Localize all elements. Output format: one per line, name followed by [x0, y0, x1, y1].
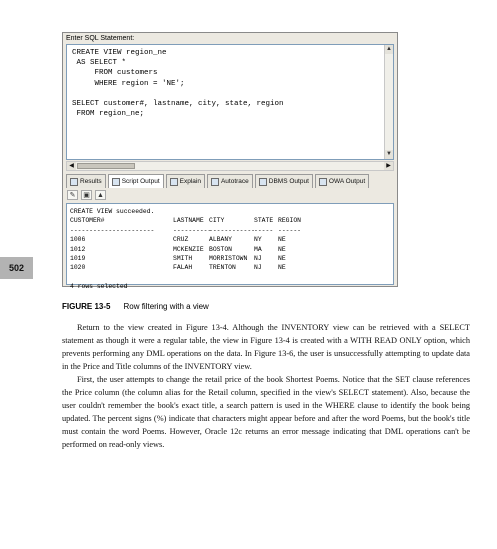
editor-line: FROM region_ne; [72, 110, 145, 119]
sql-editor-text[interactable]: CREATE VIEW region_ne AS SELECT * FROM c… [72, 48, 284, 119]
tab-label: Script Output [121, 178, 160, 185]
save-disk-icon[interactable]: ▣ [81, 190, 92, 200]
figure-label: FIGURE 13-5 [62, 302, 111, 311]
paragraph: First, the user attempts to change the r… [62, 375, 470, 449]
output-status: CREATE VIEW succeeded. [70, 208, 155, 215]
tab-label: Explain [179, 178, 201, 185]
cell: SMITH [173, 254, 193, 262]
cell: FALAH [173, 264, 193, 272]
cell: 1019 [70, 254, 86, 262]
body-text: Return to the view created in Figure 13-… [62, 321, 470, 451]
output-header-row: CUSTOMER# LASTNAME CITY STATE REGION [70, 216, 318, 225]
cell: NJ [254, 254, 262, 262]
output-blank-line [70, 273, 318, 282]
script-output-panel: CREATE VIEW succeeded. CUSTOMER# LASTNAM… [66, 203, 394, 290]
tab-label: DBMS Output [268, 178, 309, 185]
output-footer: 4 rows selected [70, 283, 128, 291]
dash-cell: ----- [254, 226, 274, 234]
output-dash-row: ---------------------- ---------- ------… [70, 226, 318, 235]
tab-dbms-output[interactable]: DBMS Output [254, 174, 313, 188]
header-city: CITY [209, 217, 225, 225]
cell: NY [254, 236, 262, 244]
editor-line: SELECT customer#, lastname, city, state,… [72, 100, 284, 109]
cell: 1012 [70, 245, 86, 253]
sql-editor[interactable]: CREATE VIEW region_ne AS SELECT * FROM c… [66, 44, 394, 160]
tab-label: OWA Output [328, 178, 366, 185]
scroll-right-arrow-icon[interactable]: ▶ [384, 162, 393, 170]
tab-autotrace[interactable]: Autotrace [206, 174, 253, 188]
dash-cell: ------ [278, 226, 302, 234]
cell: TRENTON [209, 264, 236, 272]
tab-owa-output[interactable]: OWA Output [314, 174, 370, 188]
dash-cell: ------------ [209, 226, 256, 234]
editor-line: CREATE VIEW region_ne [72, 49, 167, 57]
editor-line: FROM customers [72, 69, 158, 78]
header-customer: CUSTOMER# [70, 217, 105, 225]
table-row: 1012 MCKENZIE BOSTON MA NE [70, 245, 318, 254]
cell: MCKENZIE [173, 245, 204, 253]
cell: CRUZ [173, 236, 189, 244]
dash-cell: ---------- [173, 226, 212, 234]
cell: NE [278, 245, 286, 253]
editor-line: AS SELECT * [72, 59, 127, 68]
editor-vertical-scrollbar[interactable]: ▲ ▼ [384, 45, 393, 159]
cell: NE [278, 236, 286, 244]
clear-eraser-icon[interactable]: ▲ [95, 190, 106, 200]
enter-sql-label: Enter SQL Statement: [66, 35, 135, 42]
header-lastname: LASTNAME [173, 217, 204, 225]
scroll-left-arrow-icon[interactable]: ◀ [67, 162, 76, 170]
table-row: 1020 FALAH TRENTON NJ NE [70, 263, 318, 272]
tab-explain[interactable]: Explain [165, 174, 205, 188]
editor-horizontal-scrollbar[interactable]: ◀ ▶ [66, 161, 394, 171]
page-number-tab: 502 [0, 257, 33, 279]
output-tabs: Results Script Output Explain Autotrace … [66, 174, 370, 188]
scroll-up-arrow-icon[interactable]: ▲ [385, 45, 393, 54]
cell: MORRISTOWN [209, 254, 248, 262]
tab-script-output[interactable]: Script Output [107, 174, 164, 188]
tab-label: Results [80, 178, 102, 185]
scroll-down-arrow-icon[interactable]: ▼ [385, 150, 393, 159]
paragraph: Return to the view created in Figure 13-… [62, 323, 470, 371]
cell: NE [278, 264, 286, 272]
cell: 1006 [70, 236, 86, 244]
script-output-text: CREATE VIEW succeeded. CUSTOMER# LASTNAM… [70, 207, 318, 292]
autotrace-icon [210, 177, 219, 186]
table-row: 1006 CRUZ ALBANY NY NE [70, 235, 318, 244]
tab-results[interactable]: Results [66, 174, 106, 188]
figure-caption-text: Row filtering with a view [123, 302, 209, 311]
owa-output-icon [318, 177, 327, 186]
dash-cell: ---------------------- [70, 226, 155, 234]
figure-caption: FIGURE 13-5 Row filtering with a view [62, 302, 209, 311]
cell: 1020 [70, 264, 86, 272]
sql-developer-screenshot: Enter SQL Statement: CREATE VIEW region_… [62, 32, 398, 290]
output-toolbar: ✎ ▣ ▲ [67, 190, 106, 201]
table-row: 1019 SMITH MORRISTOWN NJ NE [70, 254, 318, 263]
explain-icon [169, 177, 178, 186]
cell: MA [254, 245, 262, 253]
scrollbar-thumb[interactable] [77, 163, 135, 169]
script-output-icon [111, 177, 120, 186]
page-number: 502 [8, 263, 25, 273]
edit-pencil-icon[interactable]: ✎ [67, 190, 78, 200]
results-icon [70, 177, 78, 186]
tab-label: Autotrace [220, 178, 249, 185]
header-state: STATE [254, 217, 274, 225]
cell: BOSTON [209, 245, 233, 253]
editor-line: WHERE region = 'NE'; [72, 79, 185, 88]
header-region: REGION [278, 217, 302, 225]
cell: NJ [254, 264, 262, 272]
dbms-output-icon [258, 177, 267, 186]
cell: NE [278, 254, 286, 262]
cell: ALBANY [209, 236, 233, 244]
